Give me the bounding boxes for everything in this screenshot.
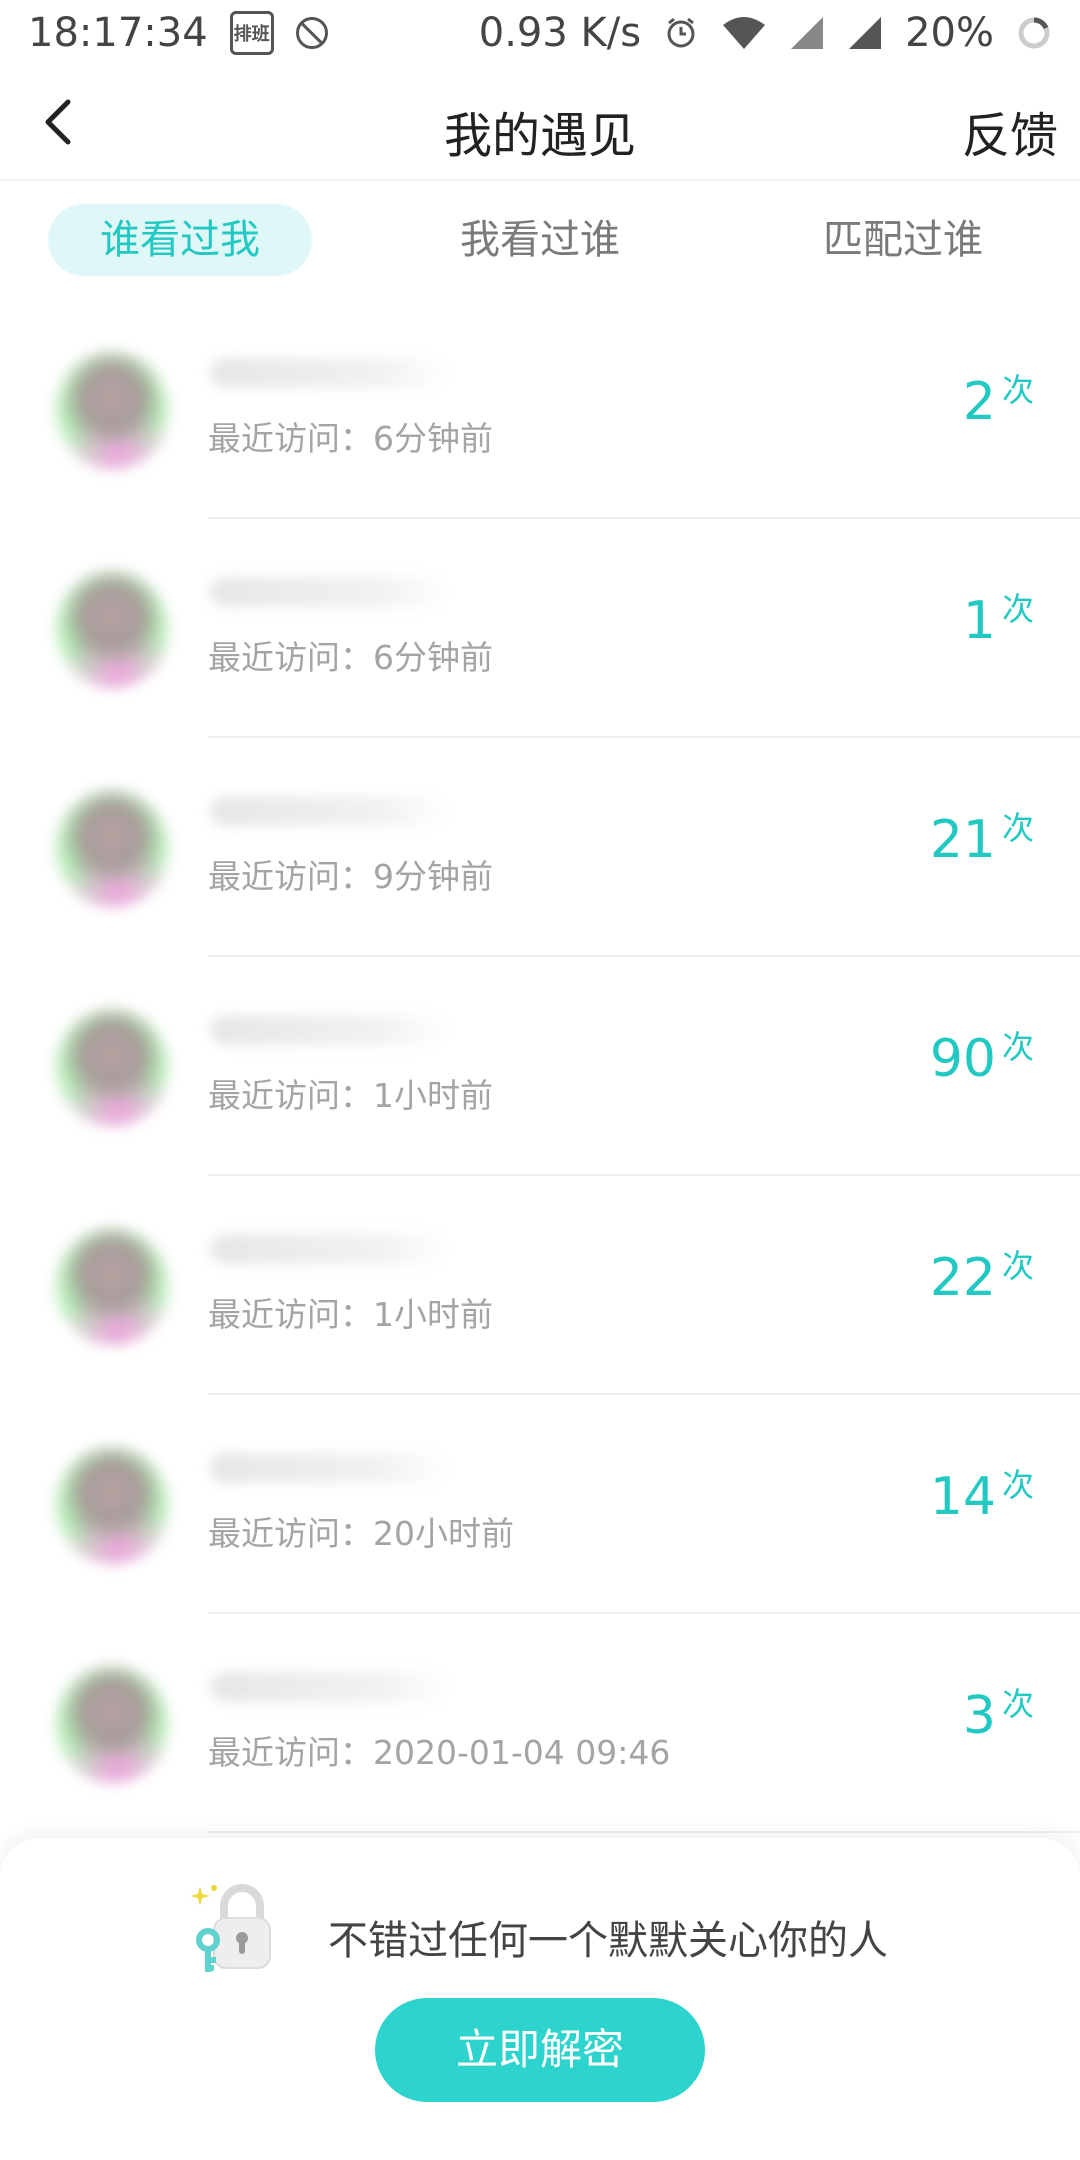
visit-count-number: 21 (929, 810, 996, 870)
visit-count: 90 次 (930, 1029, 1034, 1089)
list-item[interactable]: 最近访问：20小时前 14 次 (0, 1395, 1080, 1614)
tab-who-i-viewed[interactable]: 我看过谁 (405, 204, 675, 276)
list-item[interactable]: 最近访问：2020-01-04 09:46 3次 (0, 1614, 1080, 1833)
visit-count-unit: 次 (1001, 809, 1034, 847)
visit-count-unit: 次 (1001, 1247, 1034, 1285)
signal-icon (847, 15, 883, 51)
blurred-username (210, 358, 450, 388)
feedback-button[interactable]: 反馈 (962, 96, 1058, 166)
list-item[interactable]: 最近访问：6分钟前 2次 (0, 300, 1080, 519)
visit-count: 14 次 (930, 1467, 1034, 1527)
signal-4g-icon (789, 15, 825, 51)
blurred-username (210, 1453, 450, 1483)
visit-count-number: 90 (929, 1029, 996, 1089)
visit-count: 2次 (963, 372, 1034, 432)
avatar (52, 1226, 172, 1346)
last-visit-text: 最近访问：1小时前 (208, 1295, 493, 1334)
blurred-username (210, 1672, 450, 1702)
visit-count: 1次 (963, 591, 1034, 651)
calendar-app-icon: 排班 (229, 11, 274, 55)
visit-count-unit: 次 (1001, 1466, 1034, 1504)
avatar (52, 1007, 172, 1127)
page-title: 我的遇见 (443, 108, 636, 164)
list-item[interactable]: 最近访问：6分钟前 1次 (0, 519, 1080, 738)
status-time: 18:17:34 (28, 10, 208, 56)
visit-count-number: 14 (929, 1467, 996, 1527)
unlock-promo-text: 不错过任何一个默默关心你的人 (328, 1918, 888, 1964)
visit-count-unit: 次 (1001, 1028, 1034, 1066)
unlock-now-button[interactable]: 立即解密 (375, 1998, 705, 2102)
alarm-icon (663, 15, 699, 51)
last-visit-text: 最近访问：6分钟前 (208, 419, 493, 458)
avatar (52, 569, 172, 689)
visit-count-unit: 次 (1001, 371, 1034, 409)
tab-matched-with[interactable]: 匹配过谁 (768, 204, 1038, 276)
battery-percent: 20% (905, 10, 994, 56)
tab-who-viewed-me[interactable]: 谁看过我 (48, 204, 312, 276)
visit-count-number: 2 (962, 372, 996, 432)
list-item[interactable]: 最近访问：9分钟前 21 次 (0, 738, 1080, 957)
visit-count: 3次 (963, 1686, 1034, 1746)
visit-count-unit: 次 (1001, 1685, 1034, 1723)
battery-ring-icon (1016, 15, 1052, 51)
last-visit-text: 最近访问：1小时前 (208, 1076, 493, 1115)
visitor-list: 最近访问：6分钟前 2次 最近访问：6分钟前 1次 最近访问：9分钟前 21 次 … (0, 300, 1080, 1833)
visit-count: 22 次 (930, 1248, 1034, 1308)
avatar (52, 1445, 172, 1565)
list-item[interactable]: 最近访问：1小时前 22 次 (0, 1176, 1080, 1395)
avatar (52, 788, 172, 908)
last-visit-text: 最近访问：2020-01-04 09:46 (208, 1733, 671, 1772)
avatar (52, 350, 172, 470)
visit-count-number: 1 (962, 591, 996, 651)
list-item[interactable]: 最近访问：1小时前 90 次 (0, 957, 1080, 1176)
visit-count-number: 3 (962, 1686, 996, 1746)
blurred-username (210, 1015, 450, 1045)
last-visit-text: 最近访问：9分钟前 (208, 857, 493, 896)
visit-count-number: 22 (929, 1248, 996, 1308)
top-nav-bar: 我的遇见 反馈 (0, 66, 1080, 181)
blurred-username (210, 577, 450, 607)
tab-bar: 谁看过我 我看过谁 匹配过谁 (0, 200, 1080, 280)
blurred-username (210, 1234, 450, 1264)
unlock-panel: 不错过任何一个默默关心你的人 立即解密 (0, 1838, 1080, 2160)
status-bar: 18:17:34 排班 0.93 K/s 20% (0, 0, 1080, 66)
visit-count: 21 次 (930, 810, 1034, 870)
do-not-disturb-icon (295, 17, 328, 49)
avatar (52, 1664, 172, 1784)
net-speed: 0.93 K/s (478, 10, 642, 56)
lock-key-icon (190, 1884, 271, 1972)
blurred-username (210, 796, 450, 826)
last-visit-text: 最近访问：20小时前 (208, 1514, 514, 1553)
wifi-icon (721, 15, 767, 51)
last-visit-text: 最近访问：6分钟前 (208, 638, 493, 677)
visit-count-unit: 次 (1001, 590, 1034, 628)
